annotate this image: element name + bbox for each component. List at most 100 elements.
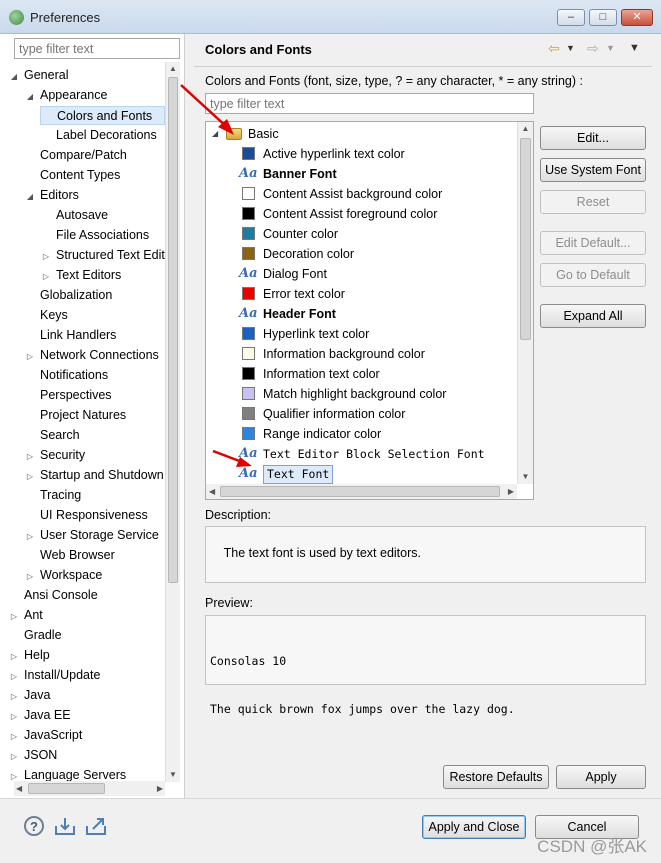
import-icon[interactable]	[54, 816, 76, 836]
collapsed-twisty-icon[interactable]: ▷	[40, 247, 52, 265]
color-item[interactable]: Hyperlink text color	[242, 324, 512, 344]
color-item[interactable]: Counter color	[242, 224, 512, 244]
maximize-button[interactable]: □	[589, 9, 617, 26]
scroll-up-icon[interactable]: ▲	[166, 62, 180, 76]
tree-item[interactable]: Keys	[24, 306, 165, 325]
restore-defaults-button[interactable]: Restore Defaults	[443, 765, 549, 789]
minimize-button[interactable]: –	[557, 9, 585, 26]
tree-item[interactable]: Compare/Patch	[24, 146, 165, 165]
apply-and-close-button[interactable]: Apply and Close	[422, 815, 526, 839]
scroll-down-icon[interactable]: ▼	[166, 768, 180, 782]
color-item[interactable]: Content Assist foreground color	[242, 204, 512, 224]
tree-item[interactable]: Label Decorations	[40, 126, 165, 145]
tree-item[interactable]: ▷ Ant	[8, 606, 165, 625]
list-scroll-left-icon[interactable]: ◀	[209, 484, 215, 499]
list-horizontal-scrollbar[interactable]: ◀ ▶	[206, 484, 517, 499]
color-item[interactable]: Qualifier information color	[242, 404, 512, 424]
tree-filter-input[interactable]	[14, 38, 180, 59]
color-item[interactable]: Match highlight background color	[242, 384, 512, 404]
color-item[interactable]: Content Assist background color	[242, 184, 512, 204]
edit-button[interactable]: Edit...	[540, 126, 646, 150]
h-scroll-thumb[interactable]	[28, 783, 105, 794]
close-button[interactable]: ✕	[621, 9, 653, 26]
tree-item[interactable]: Notifications	[24, 366, 165, 385]
list-scroll-right-icon[interactable]: ▶	[508, 484, 514, 499]
tree-item[interactable]: ▷ Security	[24, 446, 165, 465]
tree-item[interactable]: Content Types	[24, 166, 165, 185]
scroll-thumb[interactable]	[168, 77, 178, 583]
collapsed-twisty-icon[interactable]: ▷	[24, 447, 36, 465]
view-menu-icon[interactable]: ▼	[629, 42, 640, 54]
tree-item[interactable]: ▷ JavaScript	[8, 726, 165, 745]
color-item[interactable]: Active hyperlink text color	[242, 144, 512, 164]
list-h-scroll-thumb[interactable]	[220, 486, 500, 497]
use-system-font-button[interactable]: Use System Font	[540, 158, 646, 182]
tree-item[interactable]: Web Browser	[24, 546, 165, 565]
expanded-twisty-icon[interactable]: ◢	[24, 87, 36, 105]
tree-item[interactable]: ▷ Java EE	[8, 706, 165, 725]
font-item[interactable]: Aa Text Font	[239, 464, 512, 484]
tree-item[interactable]: Globalization	[24, 286, 165, 305]
collapsed-twisty-icon[interactable]: ▷	[24, 527, 36, 545]
collapsed-twisty-icon[interactable]: ▷	[40, 267, 52, 285]
tree-item[interactable]: UI Responsiveness	[24, 506, 165, 525]
tree-item[interactable]: ▷ JSON	[8, 746, 165, 765]
color-item[interactable]: Information background color	[242, 344, 512, 364]
tree-item[interactable]: ▷ Startup and Shutdown	[24, 466, 165, 485]
collapsed-twisty-icon[interactable]: ▷	[24, 467, 36, 485]
reset-button[interactable]: Reset	[540, 190, 646, 214]
list-scroll-down-icon[interactable]: ▼	[518, 470, 533, 484]
tree-item[interactable]: ◢ Editors	[24, 186, 165, 205]
help-icon[interactable]: ?	[24, 816, 44, 836]
tree-item[interactable]: ◢ Appearance	[24, 86, 165, 105]
forward-menu-chevron-icon[interactable]: ▼	[606, 43, 615, 53]
list-scroll-thumb[interactable]	[520, 138, 531, 340]
collapsed-twisty-icon[interactable]: ▷	[8, 707, 20, 725]
tree-item[interactable]: ▷ Workspace	[24, 566, 165, 585]
tree-vertical-scrollbar[interactable]: ▲ ▼	[165, 62, 180, 782]
tree-item[interactable]: ▷ Text Editors	[40, 266, 165, 285]
tree-item[interactable]: File Associations	[40, 226, 165, 245]
tree-item[interactable]: Link Handlers	[24, 326, 165, 345]
back-menu-chevron-icon[interactable]: ▼	[566, 43, 575, 53]
tree-item[interactable]: ▷ User Storage Service	[24, 526, 165, 545]
edit-default-button[interactable]: Edit Default...	[540, 231, 646, 255]
expanded-twisty-icon[interactable]: ◢	[8, 67, 20, 85]
collapsed-twisty-icon[interactable]: ▷	[24, 567, 36, 585]
go-to-default-button[interactable]: Go to Default	[540, 263, 646, 287]
tree-item[interactable]: Tracing	[24, 486, 165, 505]
back-icon[interactable]: ⇦	[548, 40, 560, 57]
apply-button[interactable]: Apply	[556, 765, 646, 789]
collapsed-twisty-icon[interactable]: ▷	[24, 347, 36, 365]
tree-item[interactable]: ▷ Install/Update	[8, 666, 165, 685]
tree-item[interactable]: Search	[24, 426, 165, 445]
collapsed-twisty-icon[interactable]: ▷	[8, 687, 20, 705]
collapsed-twisty-icon[interactable]: ▷	[8, 667, 20, 685]
tree-item[interactable]: ▷ Help	[8, 646, 165, 665]
expand-all-button[interactable]: Expand All	[540, 304, 646, 328]
list-vertical-scrollbar[interactable]: ▲ ▼	[517, 122, 533, 484]
color-item[interactable]: Error text color	[242, 284, 512, 304]
color-filter-input[interactable]	[205, 93, 534, 114]
color-item[interactable]: Decoration color	[242, 244, 512, 264]
collapsed-twisty-icon[interactable]: ▷	[8, 607, 20, 625]
tree-item[interactable]: Ansi Console	[8, 586, 165, 605]
tree-item[interactable]: Perspectives	[24, 386, 165, 405]
color-item[interactable]: Information text color	[242, 364, 512, 384]
font-item[interactable]: Aa Text Editor Block Selection Font	[239, 444, 512, 464]
color-item[interactable]: Range indicator color	[242, 424, 512, 444]
font-item[interactable]: Aa Header Font	[239, 304, 512, 324]
export-icon[interactable]	[85, 816, 107, 836]
font-item[interactable]: Aa Dialog Font	[239, 264, 512, 284]
scroll-left-icon[interactable]: ◀	[16, 781, 22, 796]
expanded-twisty-icon[interactable]: ◢	[24, 187, 36, 205]
tree-item[interactable]: Colors and Fonts	[40, 106, 165, 125]
tree-item[interactable]: Project Natures	[24, 406, 165, 425]
tree-item[interactable]: Autosave	[40, 206, 165, 225]
collapsed-twisty-icon[interactable]: ▷	[8, 727, 20, 745]
font-item[interactable]: Aa Banner Font	[239, 164, 512, 184]
collapsed-twisty-icon[interactable]: ▷	[8, 647, 20, 665]
tree-item[interactable]: ▷ Structured Text Editors	[40, 246, 165, 265]
tree-item[interactable]: Gradle	[8, 626, 165, 645]
tree-item[interactable]: ▷ Java	[8, 686, 165, 705]
